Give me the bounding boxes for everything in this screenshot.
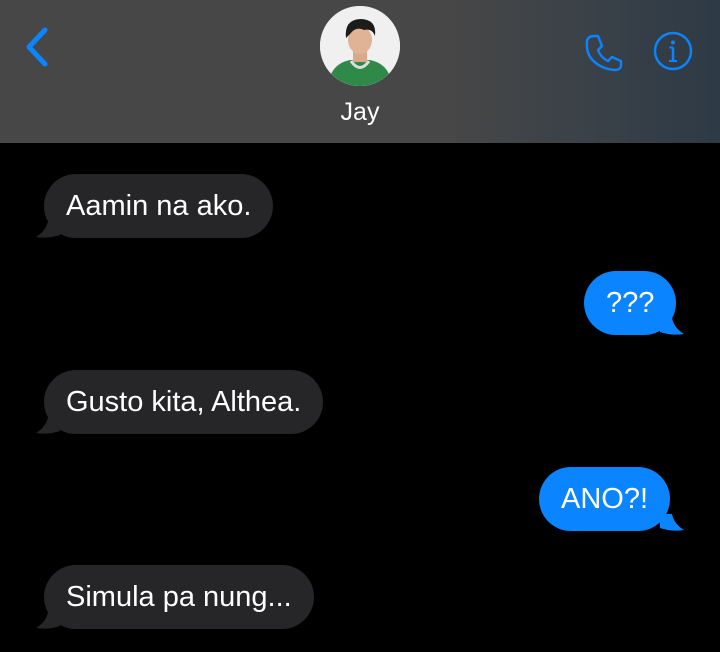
chevron-left-icon (26, 27, 48, 67)
message-outgoing[interactable]: ??? (584, 271, 677, 335)
info-icon (653, 31, 693, 71)
chat-header: Jay (0, 0, 720, 143)
message-outgoing[interactable]: ANO?! (539, 467, 671, 531)
contact-avatar[interactable] (320, 6, 400, 86)
avatar-image (320, 6, 400, 86)
message-incoming[interactable]: Gusto kita, Althea. (44, 370, 324, 434)
phone-icon (585, 34, 623, 72)
back-button[interactable] (20, 24, 54, 70)
message-incoming[interactable]: Aamin na ako. (44, 174, 274, 238)
message-incoming[interactable]: Simula pa nung... (44, 565, 314, 629)
chat-screen: Jay Aamin na ako. ??? Gusto kita, Althea… (0, 0, 720, 652)
call-button[interactable] (581, 30, 627, 76)
contact-name[interactable]: Jay (260, 96, 460, 128)
info-button[interactable] (652, 30, 694, 72)
